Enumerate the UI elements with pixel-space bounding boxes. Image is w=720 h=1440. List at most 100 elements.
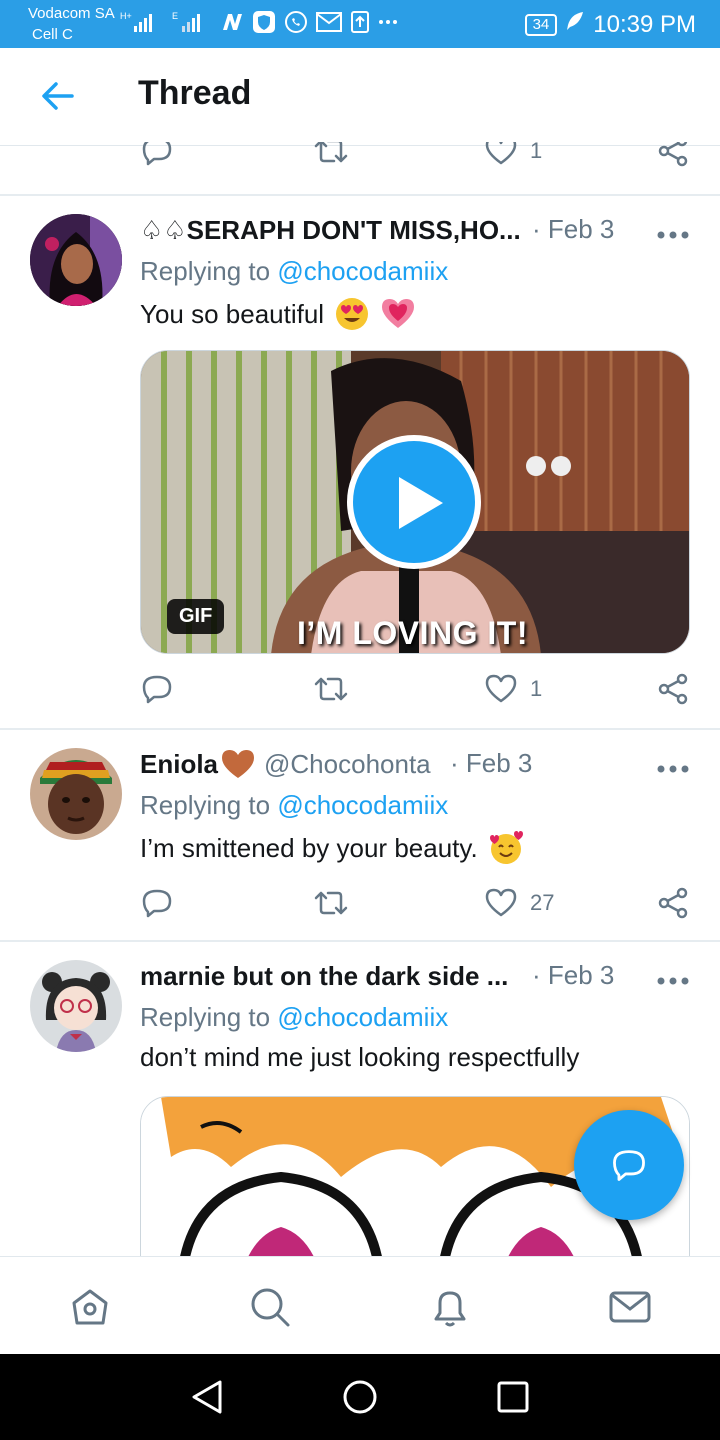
nav-messages[interactable]	[608, 1285, 652, 1329]
like-count: 27	[530, 890, 555, 915]
more-icon	[657, 977, 689, 985]
shield-icon	[252, 10, 276, 34]
mention-link[interactable]: @chocodamiix	[277, 790, 448, 820]
tweet-author[interactable]: ♤♤SERAPH DON'T MISS,HO...	[140, 214, 521, 246]
arrow-left-icon	[42, 82, 74, 110]
reply-button[interactable]	[140, 142, 174, 168]
tweet-body: I’m smittened by your beauty.	[140, 832, 478, 863]
tweet-actions: 1	[140, 142, 700, 176]
signal-icon: H+	[120, 10, 164, 34]
like-button[interactable]: 1	[484, 672, 542, 706]
nav-search[interactable]	[248, 1285, 292, 1329]
heart-eyes-emoji-icon	[336, 298, 369, 330]
retweet-button[interactable]	[312, 142, 350, 168]
system-back-button[interactable]	[190, 1378, 224, 1421]
system-home-button[interactable]	[342, 1378, 378, 1421]
display-name: ♤♤SERAPH DON'T MISS,HO...	[140, 215, 521, 245]
triangle-back-icon	[192, 1380, 222, 1414]
tweet-actions: 27	[140, 886, 700, 926]
like-count: 1	[530, 676, 543, 701]
retweet-icon	[314, 142, 348, 163]
replying-label: Replying to	[140, 790, 271, 820]
compose-reply-button[interactable]	[574, 1110, 684, 1220]
charging-icon	[565, 10, 585, 39]
play-icon	[399, 477, 443, 529]
home-icon	[72, 1289, 108, 1325]
tweet-author[interactable]: marnie but on the dark side ...	[140, 960, 508, 992]
tweet-date: · Feb 3	[450, 748, 533, 778]
share-button[interactable]	[656, 886, 690, 920]
tweet-date: · Feb 3	[532, 960, 615, 990]
retweet-button[interactable]	[312, 886, 350, 920]
search-icon	[251, 1288, 290, 1327]
app-n-icon	[220, 10, 244, 34]
carrier-name-secondary: Cell C	[32, 26, 73, 43]
tweet-text: don’t mind me just looking respectfully	[140, 1042, 579, 1073]
like-count: 1	[530, 142, 543, 163]
tweet-item[interactable]: ♤♤SERAPH DON'T MISS,HO... · Feb 3 Replyi…	[0, 196, 720, 728]
brown-heart-emoji-icon	[222, 750, 255, 778]
system-nav-bar	[0, 1354, 720, 1440]
status-right: 34 10:39 PM	[524, 10, 696, 39]
replying-label: Replying to	[140, 256, 271, 286]
more-notifications-icon	[378, 10, 398, 34]
back-button[interactable]	[40, 80, 76, 112]
share-icon	[658, 142, 688, 167]
tweet-text: You so beautiful	[140, 296, 416, 332]
tweet-author[interactable]: Eniola @Chocohonta	[140, 748, 431, 780]
upload-icon	[350, 10, 370, 34]
tweet-body: don’t mind me just looking respectfully	[140, 1042, 580, 1072]
reply-button[interactable]	[140, 672, 174, 706]
replying-to: Replying to @chocodamiix	[140, 790, 448, 821]
retweet-button[interactable]	[312, 672, 350, 706]
mail-icon	[609, 1291, 651, 1323]
bell-icon	[434, 1291, 466, 1327]
retweet-icon	[314, 677, 348, 701]
avatar[interactable]	[30, 960, 122, 1052]
avatar[interactable]	[30, 748, 122, 840]
display-name: Eniola	[140, 749, 219, 779]
more-button[interactable]	[656, 227, 690, 239]
heart-icon	[485, 142, 517, 165]
more-icon	[657, 231, 689, 239]
heart-icon	[485, 674, 517, 703]
nav-notifications[interactable]	[428, 1285, 472, 1329]
svg-text:E: E	[172, 11, 178, 21]
share-button[interactable]	[656, 672, 690, 706]
more-button[interactable]	[656, 761, 690, 773]
mention-link[interactable]: @chocodamiix	[277, 1002, 448, 1032]
tweet-item[interactable]: Eniola @Chocohonta · Feb 3 Replying to @…	[0, 730, 720, 940]
reply-button[interactable]	[140, 886, 174, 920]
circle-home-icon	[343, 1380, 377, 1414]
share-icon	[658, 673, 688, 705]
system-recents-button[interactable]	[496, 1378, 530, 1421]
more-icon	[657, 765, 689, 773]
like-button[interactable]: 1	[484, 142, 542, 168]
share-button[interactable]	[656, 142, 690, 168]
heart-icon	[485, 888, 517, 917]
svg-text:H+: H+	[120, 11, 132, 21]
signal-icon-2: E	[172, 10, 212, 34]
display-name: marnie but on the dark side ...	[140, 961, 509, 991]
app-header: Thread	[0, 48, 720, 146]
user-handle: @Chocohonta	[264, 749, 431, 779]
play-button[interactable]	[347, 435, 481, 569]
like-button[interactable]: 27	[484, 886, 554, 920]
tweet-date: · Feb 3	[532, 214, 615, 244]
mention-link[interactable]: @chocodamiix	[277, 256, 448, 286]
compose-reply-icon	[613, 1150, 645, 1181]
replying-to: Replying to @chocodamiix	[140, 256, 448, 287]
gif-media[interactable]: GIF I’M LOVING IT!	[140, 350, 690, 654]
comment-icon	[142, 675, 172, 704]
avatar[interactable]	[30, 214, 122, 306]
nav-home[interactable]	[68, 1285, 112, 1329]
more-button[interactable]	[656, 973, 690, 985]
heart-emoji-icon	[382, 299, 415, 328]
comment-icon	[142, 142, 172, 166]
smiling-hearts-emoji-icon	[489, 831, 523, 864]
gif-badge: GIF	[167, 599, 225, 634]
replying-label: Replying to	[140, 1002, 271, 1032]
mail-status-icon	[316, 11, 342, 33]
whatsapp-icon	[284, 10, 308, 34]
status-icons: H+ E	[120, 10, 398, 34]
